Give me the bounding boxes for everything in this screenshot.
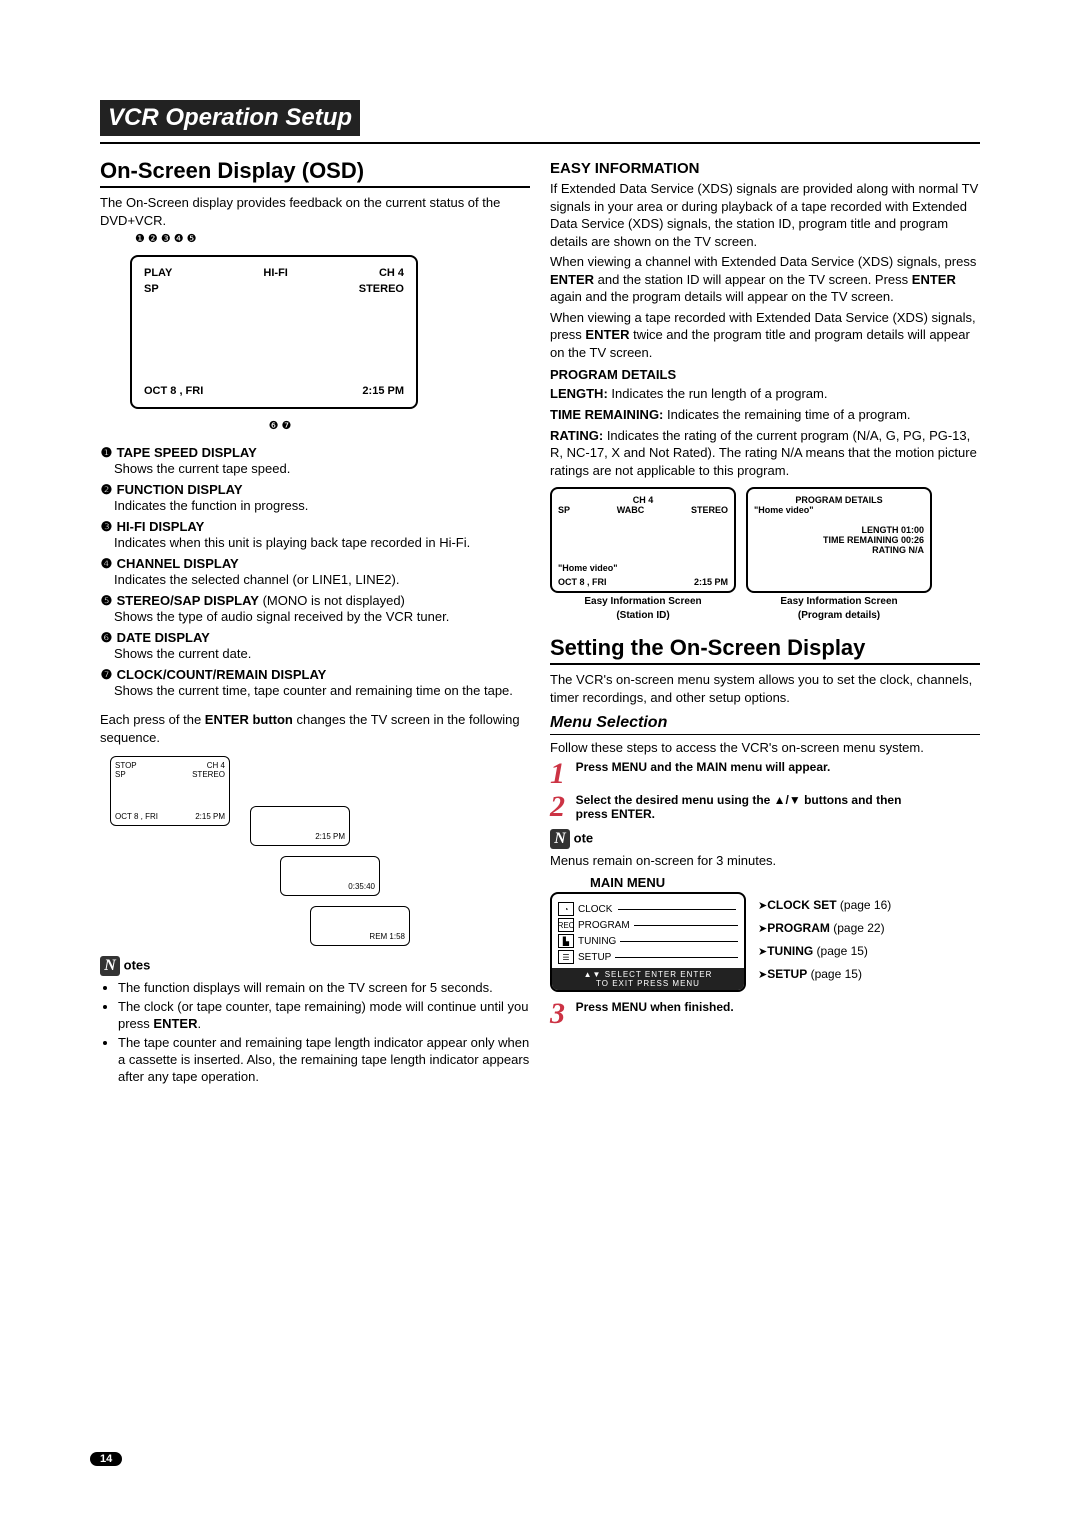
antenna-icon: ▙ [558, 934, 574, 948]
tool-icon: ☰ [558, 950, 574, 964]
setting-intro: The VCR's on-screen menu system allows y… [550, 671, 980, 706]
easy-p2: When viewing a channel with Extended Dat… [550, 253, 980, 306]
main-menu-label: MAIN MENU [590, 875, 980, 890]
step-num-2: 2 [550, 793, 572, 820]
note-icon: N [550, 829, 570, 849]
step-num-1: 1 [550, 760, 572, 787]
step-num-3: 3 [550, 1000, 572, 1027]
rec-icon: REC [558, 918, 574, 932]
note-text: Menus remain on-screen for 3 minutes. [550, 852, 980, 870]
program-details-heading: PROGRAM DETAILS [550, 367, 980, 382]
clock-icon: ◔ [558, 902, 574, 916]
setting-osd-heading: Setting the On-Screen Display [550, 635, 980, 665]
osd-item-list: ❶ TAPE SPEED DISPLAY Shows the current t… [100, 445, 530, 698]
osd-stereo: STEREO [359, 283, 404, 295]
menu-selection-intro: Follow these steps to access the VCR's o… [550, 739, 980, 757]
easy-p3: When viewing a tape recorded with Extend… [550, 309, 980, 362]
left-column: On-Screen Display (OSD) The On-Screen di… [100, 154, 530, 1090]
easy-info-heading: EASY INFORMATION [550, 160, 980, 177]
menu-selection-heading: Menu Selection [550, 714, 980, 735]
osd-bottom-markers: ❻ ❼ [180, 419, 380, 432]
osd-diagram: PLAY HI-FI CH 4 SP STEREO OCT 8 , FRI 2:… [130, 255, 418, 409]
osd-date: OCT 8 , FRI [144, 385, 203, 397]
enter-sequence-note: Each press of the ENTER button changes t… [100, 711, 530, 746]
step-1: 1 Press MENU and the MAIN menu will appe… [550, 760, 980, 787]
osd-hifi: HI-FI [263, 267, 287, 279]
page-number: 14 [90, 1452, 122, 1466]
main-menu-diagram: ◔CLOCK RECPROGRAM ▙TUNING ☰SETUP ▲▼ SELE… [550, 892, 746, 992]
easy-p1: If Extended Data Service (XDS) signals a… [550, 180, 980, 250]
osd-ch: CH 4 [379, 267, 404, 279]
osd-top-markers: ❶ ❷ ❸ ❹ ❺ [135, 232, 395, 245]
right-column: EASY INFORMATION If Extended Data Servic… [550, 154, 980, 1090]
step-3: 3 Press MENU when finished. [550, 1000, 980, 1027]
osd-time: 2:15 PM [362, 385, 404, 397]
main-menu-refs: ➤CLOCK SET (page 16) ➤PROGRAM (page 22) … [758, 894, 891, 986]
note-heading: N ote [550, 829, 980, 849]
easy-screen-station-id: CH 4 SPWABCSTEREO "Home video" OCT 8 , F… [550, 487, 736, 593]
note-icon: N [100, 956, 120, 976]
osd-sp: SP [144, 283, 159, 295]
osd-play: PLAY [144, 267, 172, 279]
section-title-bar: VCR Operation Setup [100, 100, 980, 142]
sequence-diagram: STOPCH 4 SPSTEREO OCT 8 , FRI2:15 PM 2:1… [100, 756, 530, 956]
notes-list: The function displays will remain on the… [100, 980, 530, 1085]
horizontal-rule [100, 142, 980, 144]
notes-heading: N otes [100, 956, 530, 976]
easy-screen-program-details: PROGRAM DETAILS "Home video" LENGTH 01:0… [746, 487, 932, 593]
osd-heading: On-Screen Display (OSD) [100, 158, 530, 188]
step-2: 2 Select the desired menu using the ▲/▼ … [550, 793, 980, 821]
osd-intro: The On-Screen display provides feedback … [100, 194, 530, 229]
